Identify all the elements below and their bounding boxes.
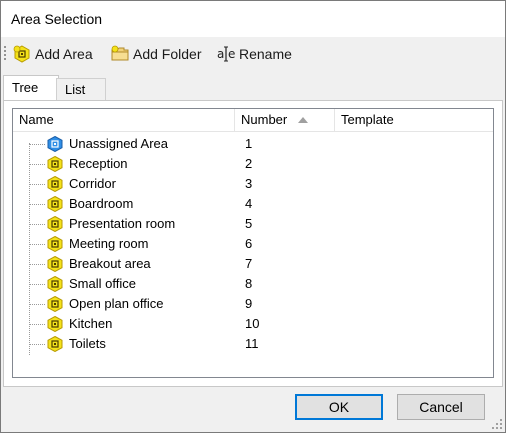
area-number: 4: [245, 196, 253, 211]
area-tree-list[interactable]: Name Number Template Unassigned Area 1 Rec…: [12, 108, 494, 378]
tree-branch-line: [29, 324, 45, 325]
area-name: Meeting room: [69, 236, 149, 251]
area-number: 8: [245, 276, 253, 291]
tree-branch-line: [29, 164, 45, 165]
tree-branch-line: [29, 144, 45, 145]
area-number: 6: [245, 236, 253, 251]
area-icon: [47, 296, 63, 312]
area-number: 9: [245, 296, 253, 311]
tree-branch-line: [29, 344, 45, 345]
area-icon: [47, 316, 63, 332]
cancel-button[interactable]: Cancel: [397, 394, 485, 420]
tree-branch-line: [29, 224, 45, 225]
area-number: 10: [245, 316, 260, 331]
resize-grip-icon[interactable]: [491, 418, 503, 430]
area-number: 7: [245, 256, 253, 271]
area-number: 2: [245, 156, 253, 171]
area-name: Unassigned Area: [69, 136, 169, 151]
area-name: Boardroom: [69, 196, 134, 211]
add-area-button[interactable]: Add Area: [13, 43, 93, 65]
area-name: Presentation room: [69, 216, 176, 231]
tree-row[interactable]: Open plan office 9: [13, 294, 493, 314]
tree-branch-line: [29, 204, 45, 205]
rename-label: Rename: [239, 46, 292, 62]
area-name: Open plan office: [69, 296, 164, 311]
area-icon: [47, 156, 63, 172]
tree-row[interactable]: Kitchen 10: [13, 314, 493, 334]
tree-row[interactable]: Corridor 3: [13, 174, 493, 194]
ok-button[interactable]: OK: [295, 394, 383, 420]
tree-tab-panel: Name Number Template Unassigned Area 1 Rec…: [3, 100, 503, 387]
tree-row[interactable]: Small office 8: [13, 274, 493, 294]
folder-icon: [111, 45, 129, 63]
tree-row[interactable]: Presentation room 5: [13, 214, 493, 234]
column-header: Name Number Template: [13, 109, 493, 132]
column-header-template[interactable]: Template: [335, 109, 493, 131]
rename-icon: a e: [217, 45, 235, 63]
area-icon: [47, 276, 63, 292]
tab-strip: Tree List: [1, 75, 505, 102]
add-folder-label: Add Folder: [133, 46, 202, 62]
area-icon: [47, 336, 63, 352]
sort-ascending-icon: [298, 117, 308, 123]
area-icon: [47, 196, 63, 212]
window-title: Area Selection: [11, 11, 103, 27]
svg-text:e: e: [228, 47, 235, 61]
area-name: Breakout area: [69, 256, 151, 271]
tree-rows: Unassigned Area 1 Reception 2 Corridor 3 Board…: [13, 134, 493, 354]
tree-row[interactable]: Reception 2: [13, 154, 493, 174]
tree-branch-line: [29, 284, 45, 285]
unassigned-area-icon: [47, 136, 63, 152]
area-number: 1: [245, 136, 253, 151]
area-name: Corridor: [69, 176, 116, 191]
add-area-icon: [13, 45, 31, 63]
toolbar: Add Area Add Folder a e Rename: [1, 37, 505, 71]
tree-row[interactable]: Meeting room 6: [13, 234, 493, 254]
column-header-number[interactable]: Number: [235, 109, 335, 131]
rename-button[interactable]: a e Rename: [217, 43, 292, 65]
tab-list[interactable]: List: [56, 78, 106, 101]
tree-branch-line: [29, 304, 45, 305]
tree-branch-line: [29, 184, 45, 185]
toolbar-grip[interactable]: [4, 45, 6, 61]
area-name: Small office: [69, 276, 136, 291]
tree-row[interactable]: Boardroom 4: [13, 194, 493, 214]
tree-row[interactable]: Unassigned Area 1: [13, 134, 493, 154]
column-header-name[interactable]: Name: [13, 109, 235, 131]
area-icon: [47, 176, 63, 192]
area-name: Toilets: [69, 336, 106, 351]
area-name: Reception: [69, 156, 128, 171]
area-icon: [47, 256, 63, 272]
area-number: 5: [245, 216, 253, 231]
tree-branch-line: [29, 264, 45, 265]
area-number: 3: [245, 176, 253, 191]
tab-tree[interactable]: Tree: [3, 75, 59, 102]
tree-branch-line: [29, 244, 45, 245]
add-area-label: Add Area: [35, 46, 93, 62]
title-bar[interactable]: Area Selection: [1, 1, 505, 37]
area-icon: [47, 216, 63, 232]
area-name: Kitchen: [69, 316, 113, 331]
svg-text:a: a: [217, 47, 224, 61]
tree-row[interactable]: Toilets 11: [13, 334, 493, 354]
area-number: 11: [245, 336, 259, 351]
add-folder-button[interactable]: Add Folder: [111, 43, 201, 65]
area-selection-dialog: Area Selection Add Area Add Folder a e R…: [0, 0, 506, 433]
area-icon: [47, 236, 63, 252]
tree-row[interactable]: Breakout area 7: [13, 254, 493, 274]
